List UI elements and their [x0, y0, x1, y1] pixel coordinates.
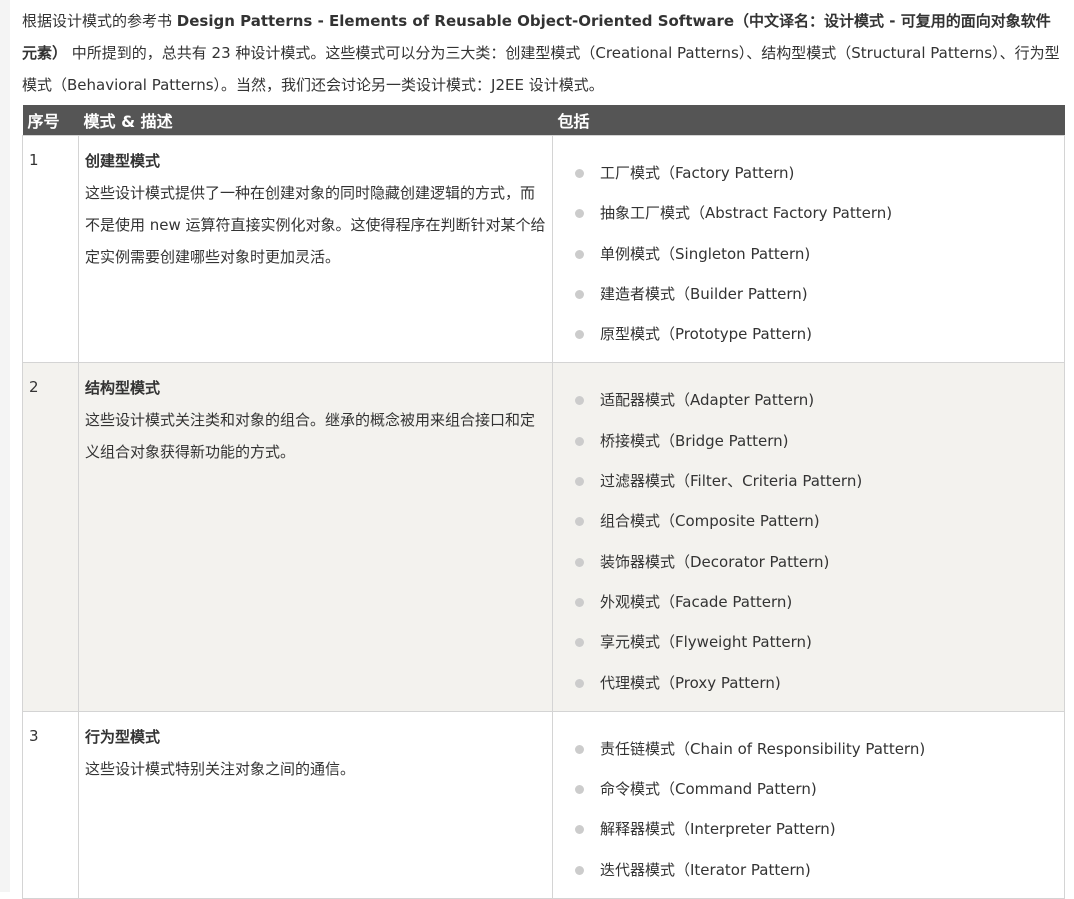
- pattern-name: 适配器模式（Adapter Pattern): [600, 391, 815, 410]
- list-item: 享元模式（Flyweight Pattern): [575, 622, 1064, 662]
- intro-paragraph: 根据设计模式的参考书 Design Patterns - Elements of…: [22, 5, 1065, 101]
- pattern-name: 装饰器模式（Decorator Pattern): [600, 552, 830, 571]
- list-item: 组合模式（Composite Pattern): [575, 501, 1064, 541]
- bullet-icon: [575, 330, 584, 340]
- bullet-icon: [575, 865, 584, 875]
- pattern-list: 适配器模式（Adapter Pattern) 桥接模式（Bridge Patte…: [553, 380, 1064, 702]
- intro-text-2: 中所提到的，总共有 23 种设计模式。这些模式可以分为三大类：创建型模式（Cre…: [22, 44, 1060, 94]
- header-pattern-description: 模式 & 描述: [78, 105, 553, 136]
- bullet-icon: [575, 597, 584, 607]
- list-item: 抽象工厂模式（Abstract Factory Pattern): [575, 193, 1064, 233]
- pattern-name: 抽象工厂模式（Abstract Factory Pattern): [600, 204, 893, 223]
- table-row: 2 结构型模式 这些设计模式关注类和对象的组合。继承的概念被用来组合接口和定义组…: [22, 362, 1065, 712]
- list-item: 外观模式（Facade Pattern): [575, 582, 1064, 622]
- row-number: 1: [22, 134, 79, 364]
- list-item: 原型模式（Prototype Pattern): [575, 314, 1064, 354]
- bullet-icon: [575, 744, 584, 754]
- category-title: 创建型模式: [85, 152, 161, 170]
- pattern-name: 桥接模式（Bridge Pattern): [600, 431, 789, 450]
- bullet-icon: [575, 638, 584, 648]
- article-content: 根据设计模式的参考书 Design Patterns - Elements of…: [22, 5, 1065, 899]
- category-cell: 行为型模式 这些设计模式特别关注对象之间的通信。: [78, 710, 553, 899]
- pattern-list-cell: 工厂模式（Factory Pattern) 抽象工厂模式（Abstract Fa…: [552, 134, 1065, 364]
- header-includes: 包括: [552, 105, 1065, 136]
- list-item: 责任链模式（Chain of Responsibility Pattern): [575, 729, 1064, 769]
- category-title: 结构型模式: [85, 379, 161, 398]
- pattern-name: 原型模式（Prototype Pattern): [600, 325, 812, 344]
- bullet-icon: [575, 825, 584, 835]
- bullet-icon: [575, 477, 584, 487]
- table-header-row: 序号 模式 & 描述 包括: [22, 105, 1065, 136]
- left-margin-strip: [0, 0, 10, 892]
- bullet-icon: [575, 169, 584, 178]
- pattern-name: 责任链模式（Chain of Responsibility Pattern): [600, 739, 926, 758]
- list-item: 解释器模式（Interpreter Pattern): [575, 809, 1064, 849]
- pattern-name: 迭代器模式（Iterator Pattern): [600, 860, 811, 879]
- row-number: 3: [22, 710, 79, 899]
- category-description: 这些设计模式特别关注对象之间的通信。: [85, 759, 356, 778]
- list-item: 单例模式（Singleton Pattern): [575, 234, 1064, 274]
- list-item: 桥接模式（Bridge Pattern): [575, 421, 1064, 461]
- category-cell: 结构型模式 这些设计模式关注类和对象的组合。继承的概念被用来组合接口和定义组合对…: [78, 362, 553, 712]
- category-title: 行为型模式: [85, 727, 161, 746]
- header-number: 序号: [22, 105, 79, 136]
- category-cell: 创建型模式 这些设计模式提供了一种在创建对象的同时隐藏创建逻辑的方式，而不是使用…: [78, 134, 553, 364]
- pattern-name: 享元模式（Flyweight Pattern): [600, 633, 812, 652]
- table-row: 3 行为型模式 这些设计模式特别关注对象之间的通信。 责任链模式（Chain o…: [22, 710, 1065, 899]
- pattern-name: 工厂模式（Factory Pattern): [600, 164, 795, 182]
- pattern-name: 过滤器模式（Filter、Criteria Pattern): [600, 472, 863, 491]
- bullet-icon: [575, 557, 584, 567]
- list-item: 装饰器模式（Decorator Pattern): [575, 542, 1064, 582]
- pattern-name: 解释器模式（Interpreter Pattern): [600, 820, 836, 839]
- bullet-icon: [575, 396, 584, 406]
- bullet-icon: [575, 289, 584, 299]
- category-description: 这些设计模式关注类和对象的组合。继承的概念被用来组合接口和定义组合对象获得新功能…: [85, 411, 536, 462]
- pattern-name: 外观模式（Facade Pattern): [600, 592, 793, 611]
- row-number: 2: [22, 362, 79, 712]
- bullet-icon: [575, 209, 584, 219]
- pattern-name: 建造者模式（Builder Pattern): [600, 284, 808, 303]
- bullet-icon: [575, 249, 584, 259]
- pattern-list-cell: 适配器模式（Adapter Pattern) 桥接模式（Bridge Patte…: [552, 362, 1065, 712]
- pattern-list: 工厂模式（Factory Pattern) 抽象工厂模式（Abstract Fa…: [553, 153, 1064, 354]
- pattern-name: 单例模式（Singleton Pattern): [600, 244, 811, 263]
- pattern-name: 命令模式（Command Pattern): [600, 780, 817, 799]
- pattern-list-cell: 责任链模式（Chain of Responsibility Pattern) 命…: [552, 710, 1065, 899]
- bullet-icon: [575, 517, 584, 527]
- list-item: 迭代器模式（Iterator Pattern): [575, 850, 1064, 890]
- pattern-name: 组合模式（Composite Pattern): [600, 512, 820, 531]
- list-item: 过滤器模式（Filter、Criteria Pattern): [575, 461, 1064, 501]
- pattern-list: 责任链模式（Chain of Responsibility Pattern) 命…: [553, 729, 1064, 890]
- table-row: 1 创建型模式 这些设计模式提供了一种在创建对象的同时隐藏创建逻辑的方式，而不是…: [22, 134, 1065, 364]
- bullet-icon: [575, 436, 584, 446]
- design-patterns-table: 序号 模式 & 描述 包括 1 创建型模式 这些设计模式提供了一种在创建对象的同…: [22, 105, 1065, 899]
- bullet-icon: [575, 678, 584, 688]
- list-item: 适配器模式（Adapter Pattern): [575, 380, 1064, 420]
- intro-text-1: 根据设计模式的参考书: [22, 12, 177, 30]
- list-item: 代理模式（Proxy Pattern): [575, 663, 1064, 703]
- category-description: 这些设计模式提供了一种在创建对象的同时隐藏创建逻辑的方式，而不是使用 new 运…: [85, 184, 546, 266]
- pattern-name: 代理模式（Proxy Pattern): [600, 673, 781, 692]
- list-item: 工厂模式（Factory Pattern): [575, 153, 1064, 193]
- bullet-icon: [575, 785, 584, 795]
- list-item: 建造者模式（Builder Pattern): [575, 274, 1064, 314]
- list-item: 命令模式（Command Pattern): [575, 769, 1064, 809]
